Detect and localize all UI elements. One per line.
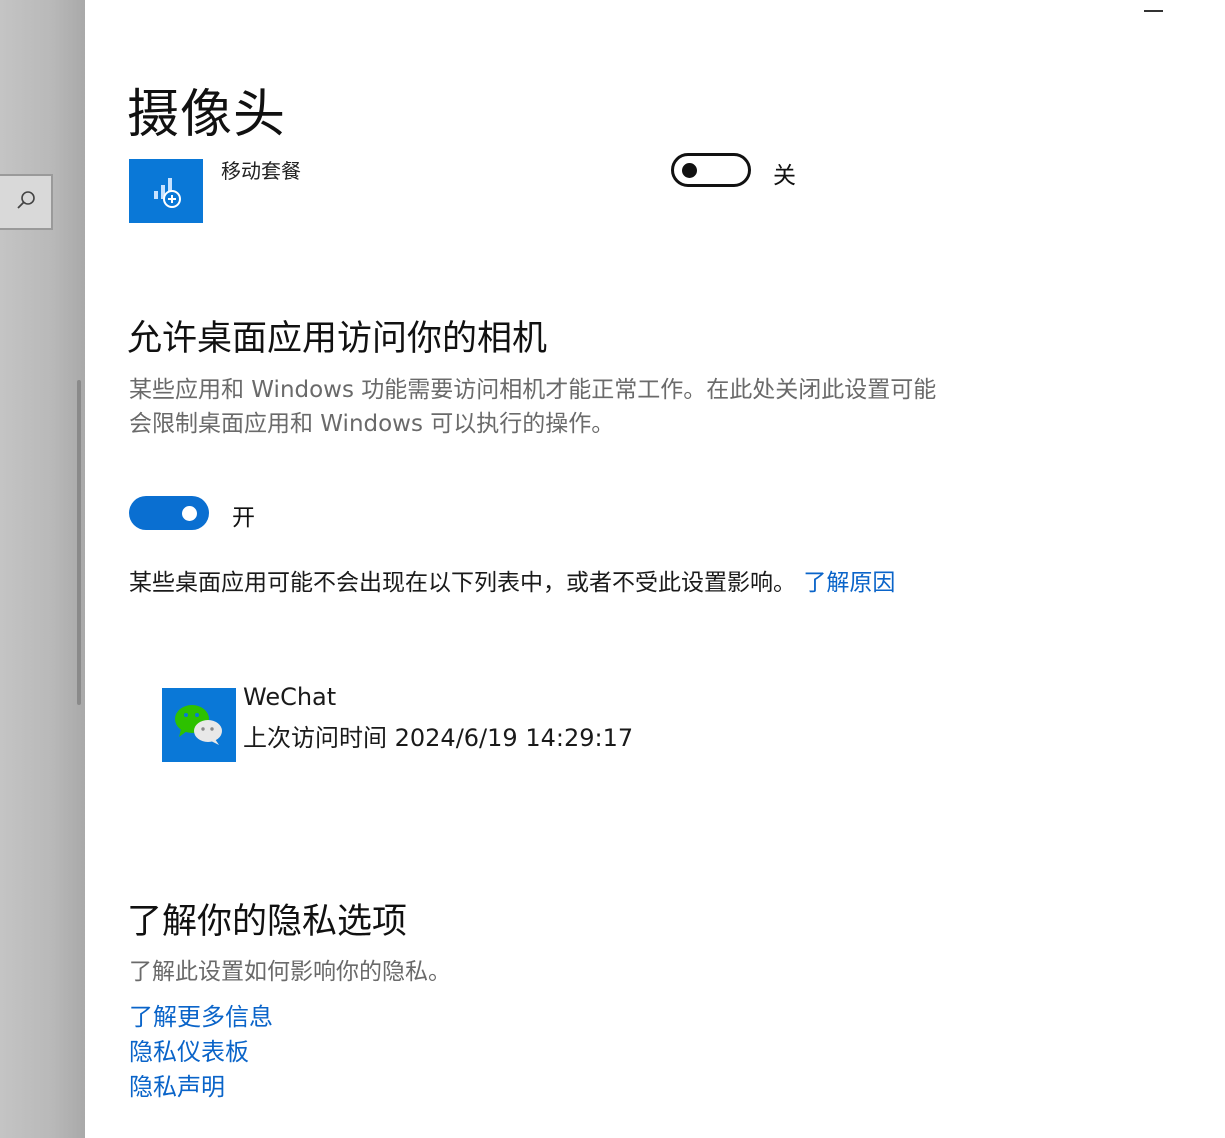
privacy-heading: 了解你的隐私选项 (127, 902, 408, 942)
desktop-apps-heading: 允许桌面应用访问你的相机 (127, 319, 548, 359)
page-title: 摄像头 (127, 85, 287, 145)
desktop-apps-description: 某些应用和 Windows 功能需要访问相机才能正常工作。在此处关闭此设置可能会… (129, 377, 937, 437)
note-text: 某些桌面应用可能不会出现在以下列表中，或者不受此设置影响。 (129, 570, 796, 596)
learn-more-link[interactable]: 了解更多信息 (129, 1000, 273, 1035)
minimize-button[interactable] (1144, 10, 1163, 12)
mobile-plan-toggle-state: 关 (773, 163, 796, 189)
wechat-icon (162, 688, 236, 762)
app-last-access: 上次访问时间 2024/6/19 14:29:17 (243, 724, 634, 752)
scrollbar[interactable] (77, 380, 81, 705)
learn-why-link[interactable]: 了解原因 (803, 570, 895, 596)
search-icon (14, 188, 38, 216)
mobile-plan-icon (129, 159, 203, 223)
desktop-apps-toggle[interactable] (129, 496, 209, 530)
privacy-description: 了解此设置如何影响你的隐私。 (129, 959, 451, 985)
desktop-apps-note: 某些桌面应用可能不会出现在以下列表中，或者不受此设置影响。 了解原因 (129, 566, 959, 600)
toggle-knob (682, 162, 697, 178)
mobile-plan-toggle[interactable] (671, 153, 751, 187)
search-button[interactable] (0, 174, 53, 230)
privacy-dashboard-link[interactable]: 隐私仪表板 (129, 1035, 273, 1070)
desktop-apps-toggle-state: 开 (232, 505, 255, 531)
mobile-plan-name: 移动套餐 (221, 159, 301, 183)
app-name: WeChat (243, 683, 337, 711)
left-panel (0, 0, 85, 1138)
privacy-links: 了解更多信息 隐私仪表板 隐私声明 (129, 1000, 273, 1105)
toggle-knob (182, 505, 197, 521)
privacy-statement-link[interactable]: 隐私声明 (129, 1070, 273, 1105)
